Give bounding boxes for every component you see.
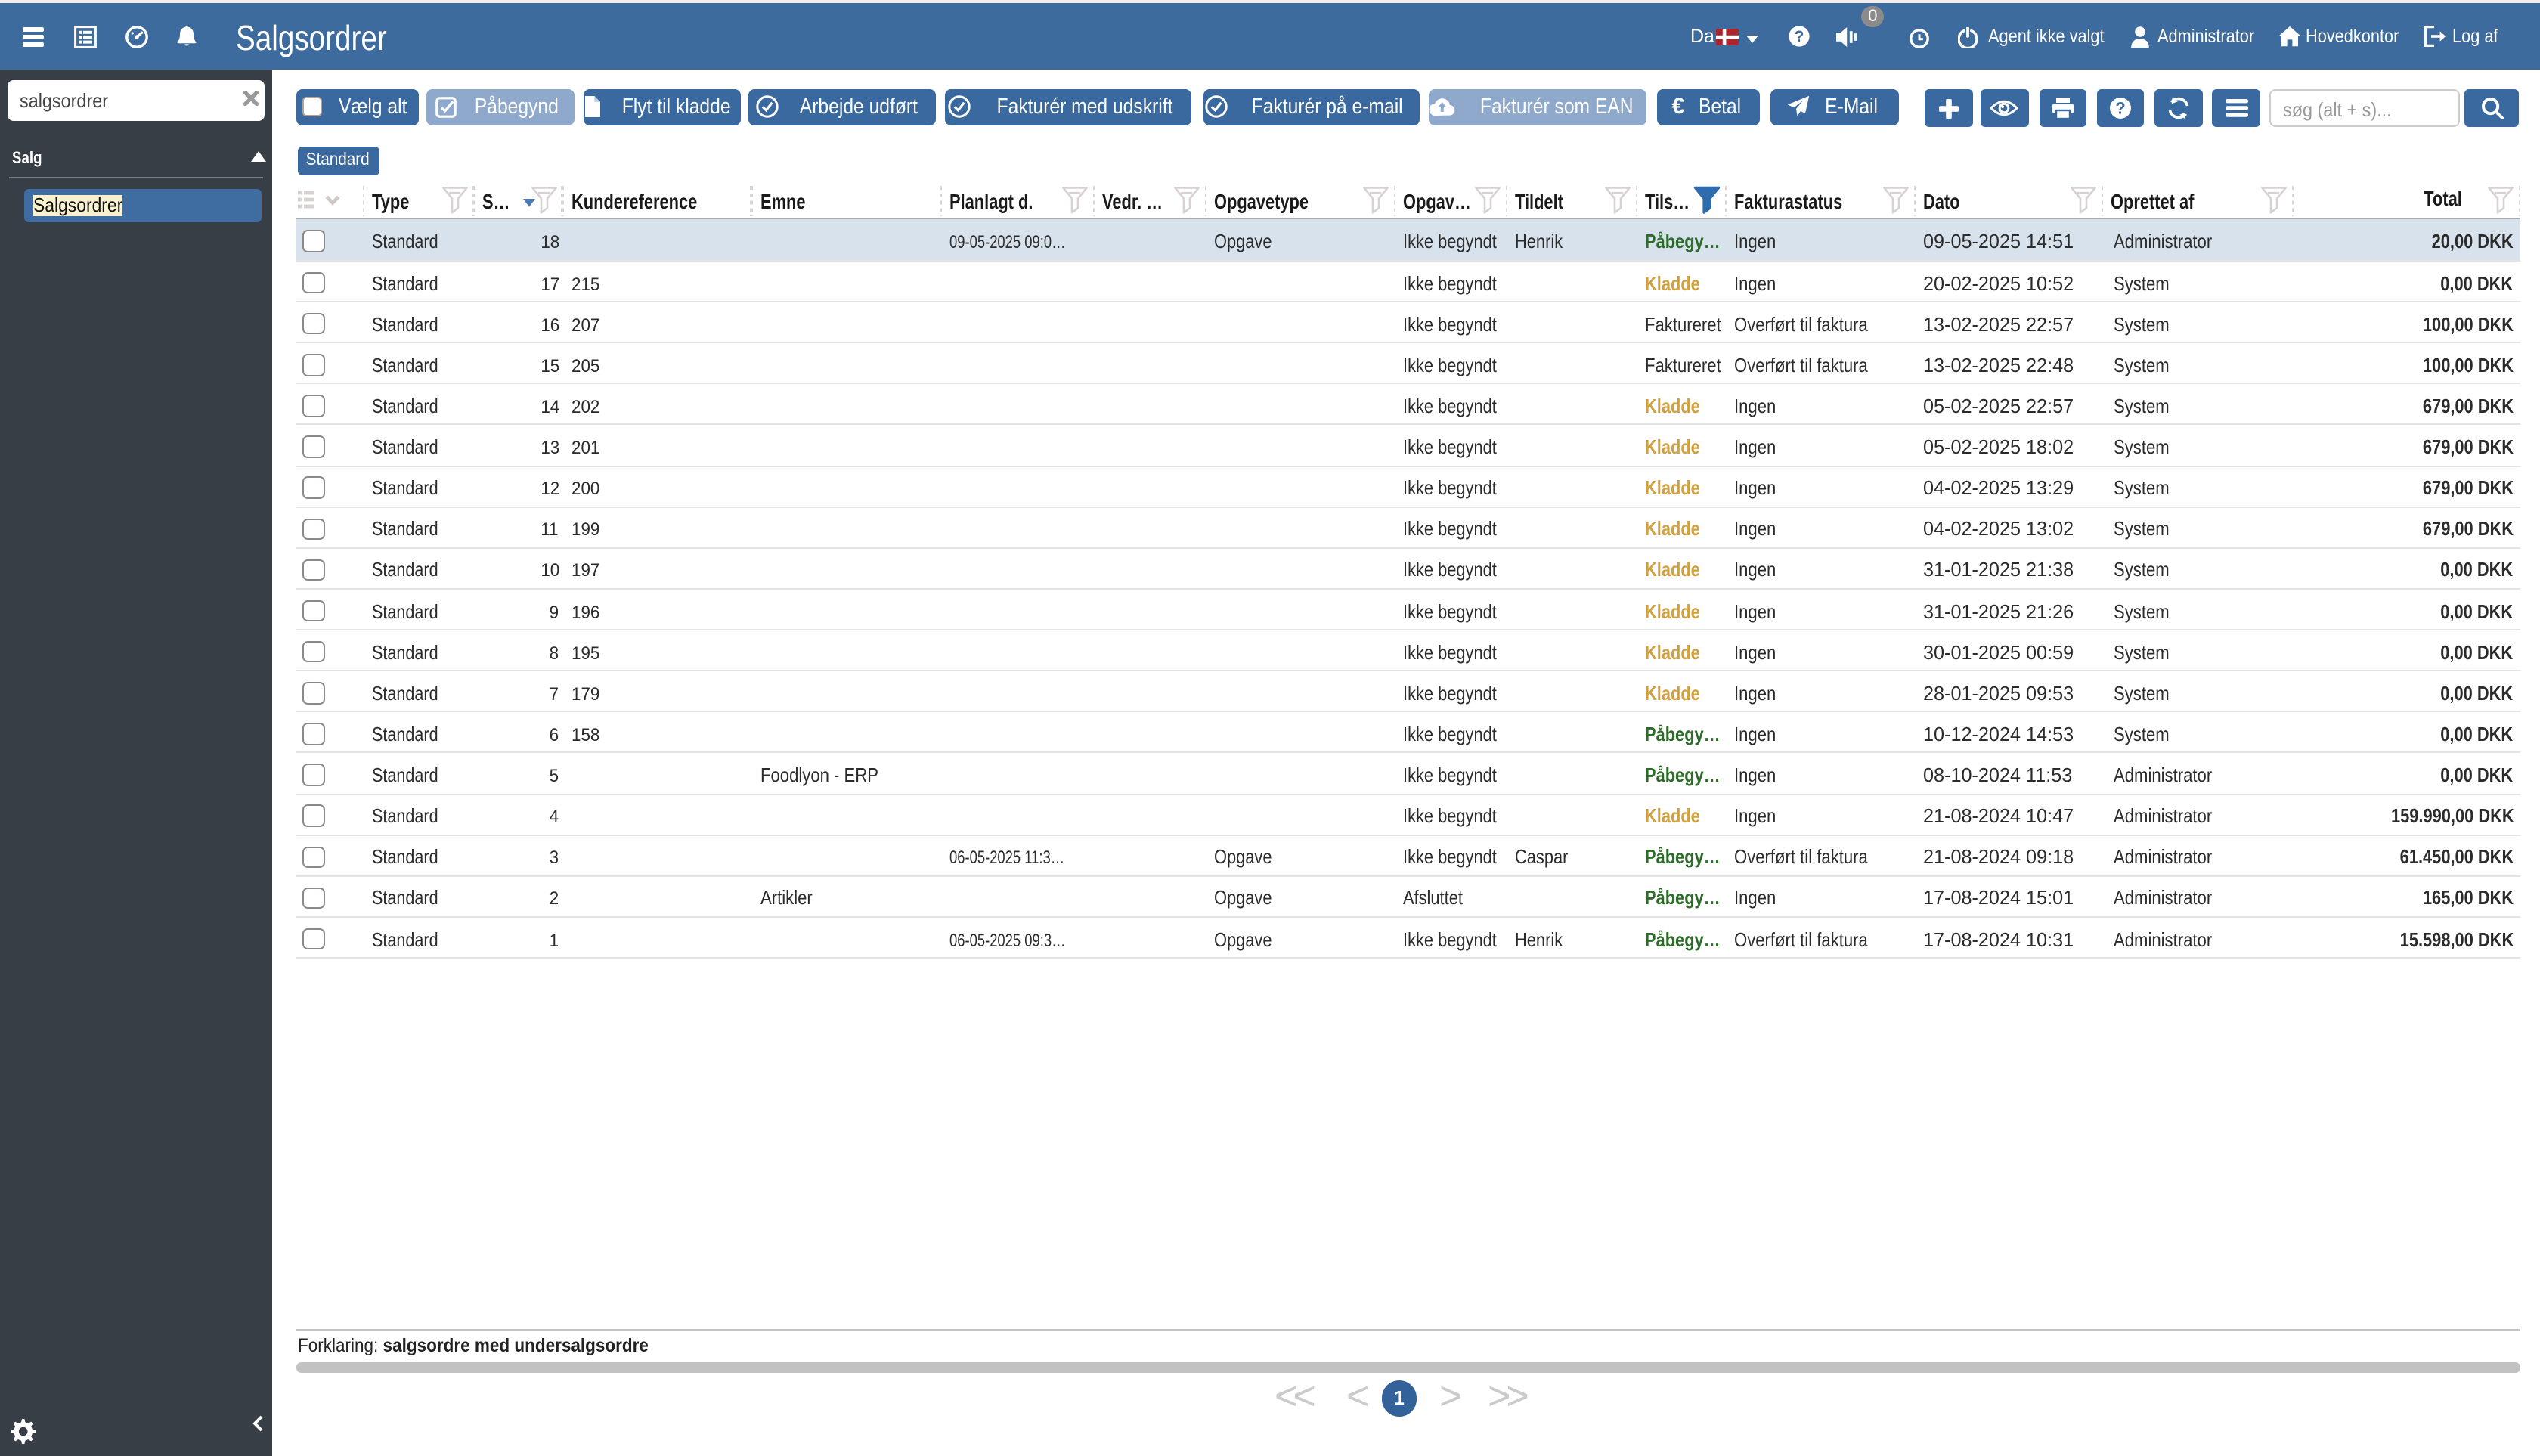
svg-text:?: ? [2115,99,2125,118]
svg-text:?: ? [1794,28,1804,45]
